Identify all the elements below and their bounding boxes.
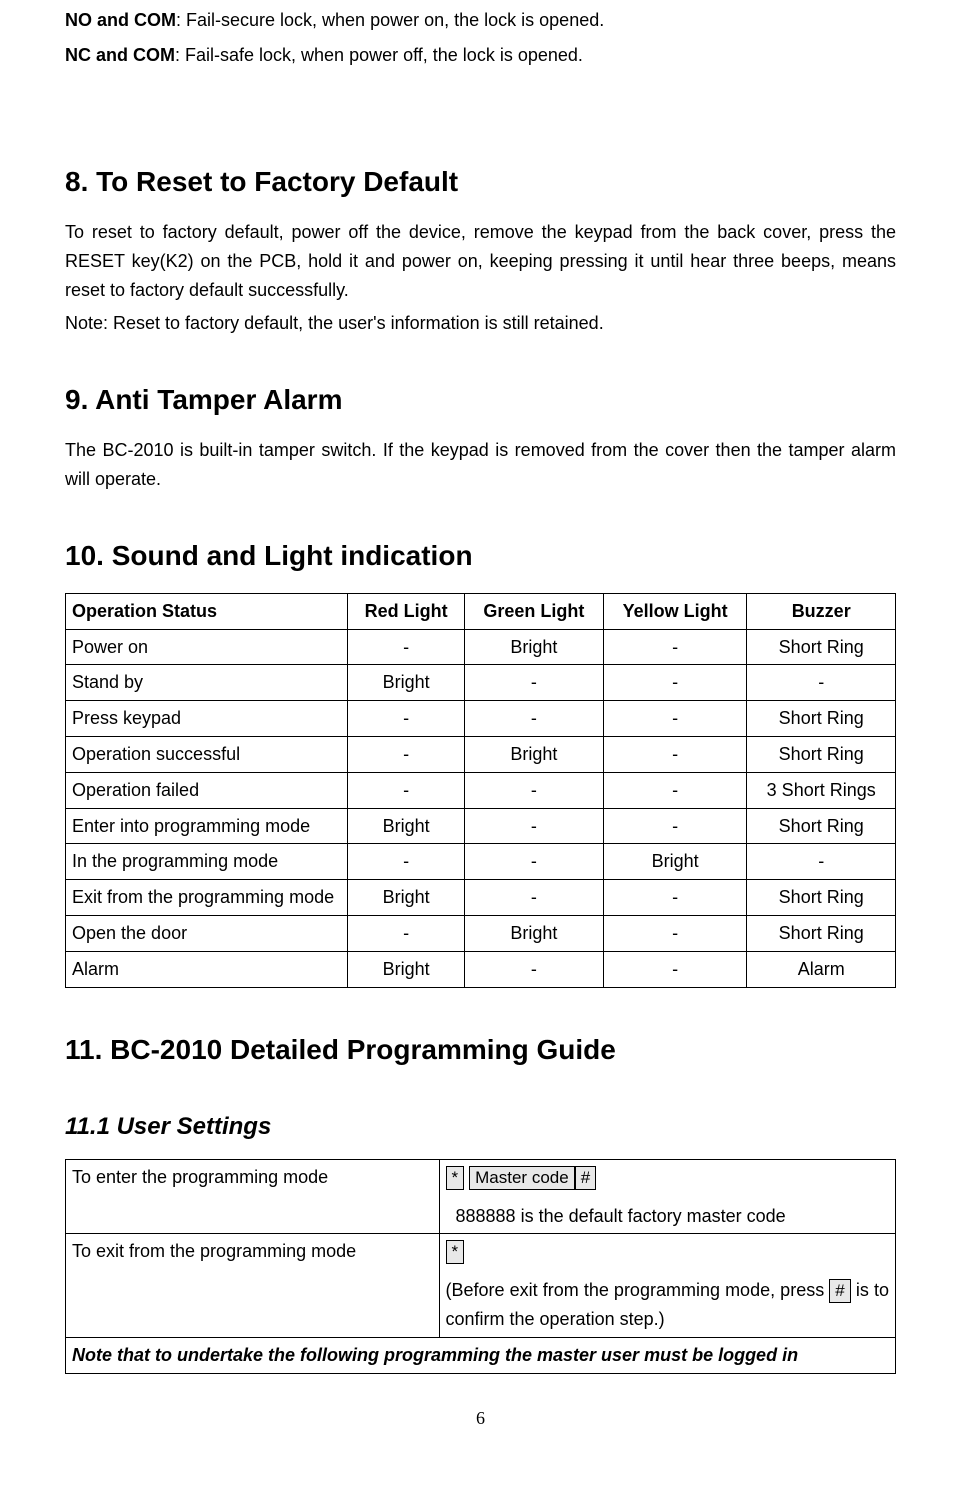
- exit-note-pre: (Before exit from the programming mode, …: [446, 1280, 825, 1300]
- table-row: To enter the programming mode * Master c…: [66, 1159, 896, 1234]
- section-9-body: The BC-2010 is built-in tamper switch. I…: [65, 436, 896, 494]
- section-9-heading: 9. Anti Tamper Alarm: [65, 378, 896, 423]
- hash-key-icon: #: [575, 1166, 596, 1190]
- table-cell: Short Ring: [747, 701, 896, 737]
- exit-prog-command: * (Before exit from the programming mode…: [439, 1234, 896, 1337]
- table-cell: -: [348, 701, 465, 737]
- table-cell: -: [348, 915, 465, 951]
- col-yellow-light: Yellow Light: [603, 593, 747, 629]
- user-settings-table: To enter the programming mode * Master c…: [65, 1159, 896, 1374]
- col-buzzer: Buzzer: [747, 593, 896, 629]
- master-code-key: Master code: [469, 1166, 575, 1190]
- section-8-body: To reset to factory default, power off t…: [65, 218, 896, 304]
- table-cell: -: [348, 629, 465, 665]
- no-com-text: : Fail-secure lock, when power on, the l…: [176, 10, 604, 30]
- table-row: Press keypad---Short Ring: [66, 701, 896, 737]
- table-cell: -: [465, 951, 604, 987]
- table-cell: Bright: [465, 915, 604, 951]
- table-cell: -: [348, 844, 465, 880]
- table-cell: Alarm: [747, 951, 896, 987]
- table-cell: -: [348, 772, 465, 808]
- table-cell: Exit from the programming mode: [66, 880, 348, 916]
- table-row: Note that to undertake the following pro…: [66, 1337, 896, 1373]
- table-row: Exit from the programming modeBright--Sh…: [66, 880, 896, 916]
- table-row: Open the door-Bright-Short Ring: [66, 915, 896, 951]
- table-row: In the programming mode--Bright-: [66, 844, 896, 880]
- table-cell: -: [465, 665, 604, 701]
- table-cell: -: [603, 880, 747, 916]
- table-cell: 3 Short Rings: [747, 772, 896, 808]
- section-11-1-heading: 11.1 User Settings: [65, 1108, 896, 1146]
- exit-prog-label: To exit from the programming mode: [66, 1234, 440, 1337]
- table-cell: -: [747, 844, 896, 880]
- star-key-icon: *: [446, 1166, 465, 1190]
- section-11-heading: 11. BC-2010 Detailed Programming Guide: [65, 1028, 896, 1073]
- table-cell: -: [603, 736, 747, 772]
- table-cell: Alarm: [66, 951, 348, 987]
- table-cell: Bright: [603, 844, 747, 880]
- section-10-heading: 10. Sound and Light indication: [65, 534, 896, 579]
- table-cell: Power on: [66, 629, 348, 665]
- section-8-heading: 8. To Reset to Factory Default: [65, 160, 896, 205]
- col-operation-status: Operation Status: [66, 593, 348, 629]
- section-8-note: Note: Reset to factory default, the user…: [65, 309, 896, 338]
- table-cell: -: [603, 951, 747, 987]
- table-cell: -: [603, 772, 747, 808]
- table-cell: -: [348, 736, 465, 772]
- table-row: Stand byBright---: [66, 665, 896, 701]
- enter-prog-command: * Master code# 888888 is the default fac…: [439, 1159, 896, 1234]
- table-cell: -: [465, 808, 604, 844]
- nc-com-text: : Fail-safe lock, when power off, the lo…: [175, 45, 583, 65]
- table-cell: Open the door: [66, 915, 348, 951]
- hash-key-icon: #: [829, 1279, 850, 1303]
- table-cell: Operation successful: [66, 736, 348, 772]
- enter-prog-label: To enter the programming mode: [66, 1159, 440, 1234]
- table-cell: Short Ring: [747, 880, 896, 916]
- table-row: Operation successful-Bright-Short Ring: [66, 736, 896, 772]
- table-row: AlarmBright--Alarm: [66, 951, 896, 987]
- table-cell: Bright: [465, 736, 604, 772]
- logged-in-note: Note that to undertake the following pro…: [66, 1337, 896, 1373]
- table-cell: Press keypad: [66, 701, 348, 737]
- table-cell: Short Ring: [747, 915, 896, 951]
- nc-com-line: NC and COM: Fail-safe lock, when power o…: [65, 41, 896, 70]
- table-row: Operation failed---3 Short Rings: [66, 772, 896, 808]
- table-row: Enter into programming modeBright--Short…: [66, 808, 896, 844]
- table-row: To exit from the programming mode * (Bef…: [66, 1234, 896, 1337]
- table-cell: Bright: [348, 665, 465, 701]
- table-cell: Enter into programming mode: [66, 808, 348, 844]
- table-cell: Short Ring: [747, 736, 896, 772]
- no-com-label: NO and COM: [65, 10, 176, 30]
- table-cell: -: [603, 701, 747, 737]
- col-red-light: Red Light: [348, 593, 465, 629]
- default-code-note: 888888 is the default factory master cod…: [446, 1202, 890, 1231]
- table-cell: Short Ring: [747, 808, 896, 844]
- table-cell: Bright: [348, 951, 465, 987]
- col-green-light: Green Light: [465, 593, 604, 629]
- table-cell: Short Ring: [747, 629, 896, 665]
- table-cell: -: [465, 844, 604, 880]
- table-cell: -: [465, 880, 604, 916]
- indication-table: Operation Status Red Light Green Light Y…: [65, 593, 896, 988]
- table-cell: Bright: [465, 629, 604, 665]
- page-number: 6: [65, 1404, 896, 1433]
- table-cell: Stand by: [66, 665, 348, 701]
- nc-com-label: NC and COM: [65, 45, 175, 65]
- table-cell: -: [603, 808, 747, 844]
- table-cell: -: [465, 772, 604, 808]
- table-header-row: Operation Status Red Light Green Light Y…: [66, 593, 896, 629]
- table-cell: -: [603, 665, 747, 701]
- table-cell: Bright: [348, 808, 465, 844]
- no-com-line: NO and COM: Fail-secure lock, when power…: [65, 6, 896, 35]
- exit-prog-note: (Before exit from the programming mode, …: [446, 1276, 890, 1334]
- table-row: Power on-Bright-Short Ring: [66, 629, 896, 665]
- star-key-icon: *: [446, 1240, 465, 1264]
- table-cell: -: [603, 915, 747, 951]
- table-cell: In the programming mode: [66, 844, 348, 880]
- table-cell: Operation failed: [66, 772, 348, 808]
- table-cell: -: [465, 701, 604, 737]
- table-cell: Bright: [348, 880, 465, 916]
- table-cell: -: [747, 665, 896, 701]
- table-cell: -: [603, 629, 747, 665]
